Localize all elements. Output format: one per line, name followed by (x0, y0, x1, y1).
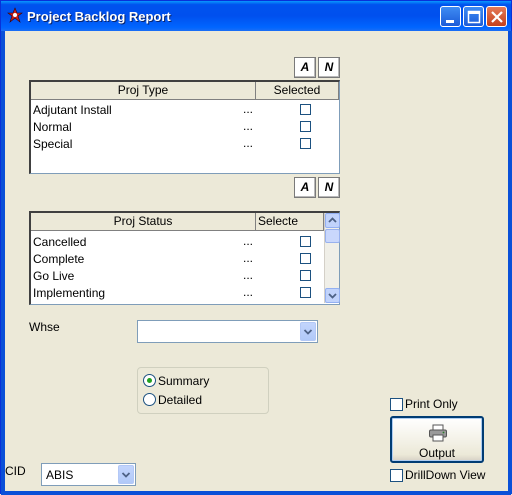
close-button[interactable] (486, 6, 507, 27)
minimize-button[interactable] (440, 6, 461, 27)
window-border-left (1, 31, 5, 494)
title-bar[interactable]: Project Backlog Report (1, 1, 511, 31)
proj-status-selected-checkbox[interactable] (300, 253, 311, 264)
row-dots: ... (243, 102, 254, 116)
proj-type-label: Special (33, 137, 73, 151)
proj-status-label: Complete (33, 252, 85, 266)
output-button[interactable]: Output (390, 416, 484, 463)
row-dots: ... (243, 119, 254, 133)
proj-type-selected-checkbox[interactable] (300, 121, 311, 132)
table-row[interactable]: Complete ... (31, 251, 323, 268)
chevron-up-icon (328, 217, 337, 223)
whse-label: Whse (29, 320, 60, 334)
cid-dropdown[interactable]: ABIS (41, 463, 136, 486)
window-border-right (508, 31, 512, 494)
proj-type-select-all-button[interactable]: A (294, 57, 316, 78)
window-title: Project Backlog Report (27, 9, 171, 24)
proj-status-grid: Proj Status Selecte Cancelled ... Comple… (29, 211, 340, 305)
row-dots: ... (243, 285, 254, 299)
summary-label[interactable]: Summary (158, 374, 209, 388)
cid-label: CID (5, 464, 26, 478)
proj-status-label: Implementing (33, 286, 106, 300)
proj-type-selected-checkbox[interactable] (300, 138, 311, 149)
chevron-down-icon (328, 293, 337, 299)
cid-value: ABIS (46, 468, 74, 482)
radio-selected-dot (147, 378, 152, 383)
drilldown-label[interactable]: DrillDown View (405, 468, 485, 482)
row-dots: ... (243, 251, 254, 265)
proj-status-label: Go Live (33, 269, 75, 283)
proj-status-label: Cancelled (33, 235, 87, 249)
detailed-radio[interactable] (143, 393, 156, 406)
detailed-label[interactable]: Detailed (158, 393, 202, 407)
proj-status-scrollbar[interactable] (324, 213, 340, 303)
print-only-label[interactable]: Print Only (405, 397, 458, 411)
chevron-down-icon (303, 329, 313, 335)
scroll-thumb[interactable] (325, 229, 340, 243)
table-row[interactable]: Go Live ... (31, 268, 323, 285)
table-row[interactable]: Adjutant Install ... (31, 102, 339, 119)
scroll-down-button[interactable] (325, 288, 340, 303)
scroll-up-button[interactable] (325, 213, 340, 228)
proj-type-label: Adjutant Install (33, 103, 112, 117)
proj-status-select-all-button[interactable]: A (294, 177, 316, 198)
maximize-icon (467, 10, 481, 24)
proj-type-select-none-button[interactable]: N (318, 57, 340, 78)
proj-type-column-header[interactable]: Proj Type (31, 82, 256, 100)
whse-dropdown-button[interactable] (300, 322, 316, 341)
row-dots: ... (243, 268, 254, 282)
row-dots: ... (243, 234, 254, 248)
row-dots: ... (243, 136, 254, 150)
cid-dropdown-button[interactable] (118, 465, 134, 484)
table-row[interactable]: Normal ... (31, 119, 339, 136)
app-icon (7, 7, 23, 23)
whse-dropdown[interactable] (137, 320, 318, 343)
window-border-bottom (1, 491, 511, 495)
table-row[interactable]: Cancelled ... (31, 234, 323, 251)
proj-status-column-header[interactable]: Proj Status (31, 213, 256, 231)
table-row[interactable]: Special ... (31, 136, 339, 153)
printer-icon (429, 424, 447, 442)
proj-type-grid: Proj Type Selected Adjutant Install ... … (29, 80, 340, 174)
selected-column-header[interactable]: Selected (256, 82, 339, 100)
report-window: Project Backlog Report A N Proj Type Sel… (0, 0, 512, 495)
proj-type-label: Normal (33, 120, 72, 134)
proj-status-selected-checkbox[interactable] (300, 287, 311, 298)
output-label: Output (418, 446, 456, 460)
selected-column-header[interactable]: Selecte (256, 213, 324, 231)
table-row[interactable]: Implementing ... (31, 285, 323, 302)
proj-status-selected-checkbox[interactable] (300, 270, 311, 281)
summary-radio[interactable] (143, 374, 156, 387)
chevron-down-icon (121, 472, 131, 478)
drilldown-checkbox[interactable] (390, 469, 403, 482)
minimize-icon (446, 20, 454, 23)
close-icon (491, 11, 503, 23)
maximize-button[interactable] (463, 6, 484, 27)
print-only-checkbox[interactable] (390, 398, 403, 411)
proj-type-selected-checkbox[interactable] (300, 104, 311, 115)
proj-status-selected-checkbox[interactable] (300, 236, 311, 247)
proj-status-select-none-button[interactable]: N (318, 177, 340, 198)
